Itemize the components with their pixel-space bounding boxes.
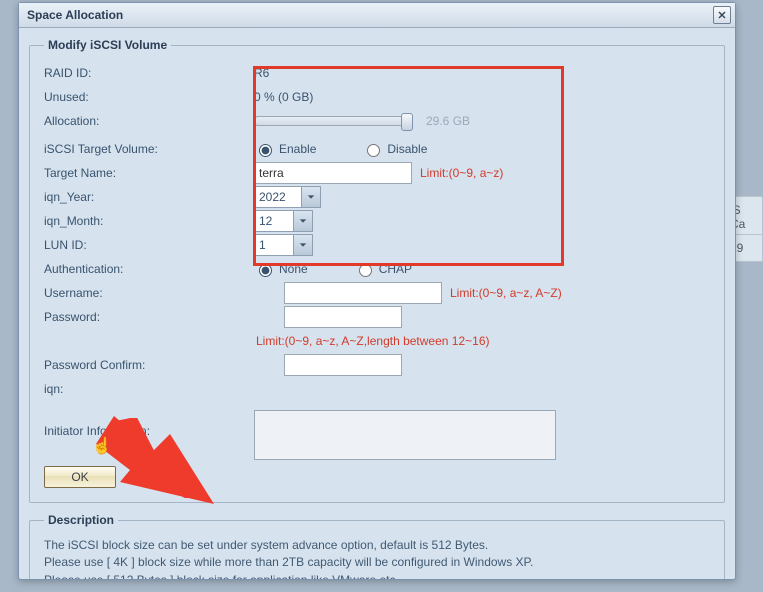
label-allocation: Allocation: xyxy=(44,114,254,128)
radio-disable[interactable]: Disable xyxy=(362,141,427,157)
fieldset-legend: Modify iSCSI Volume xyxy=(44,38,171,52)
lun-id-value: 1 xyxy=(255,235,293,255)
chevron-down-icon[interactable] xyxy=(293,211,312,231)
slider-thumb[interactable] xyxy=(401,113,413,131)
value-raid-id: R6 xyxy=(254,66,269,80)
chevron-down-icon[interactable] xyxy=(293,235,312,255)
radio-disable-label: Disable xyxy=(387,142,427,156)
radio-auth-none-input[interactable] xyxy=(259,264,272,277)
description-line: Please use [ 512 Bytes ] block size for … xyxy=(44,572,710,579)
password-input[interactable] xyxy=(284,306,402,328)
label-iqn-month: iqn_Month: xyxy=(44,214,254,228)
description-line: The iSCSI block size can be set under sy… xyxy=(44,537,710,554)
radio-auth-none-label: None xyxy=(279,262,308,276)
iqn-month-select[interactable]: 12 xyxy=(254,210,313,232)
label-iqn: iqn: xyxy=(44,382,254,396)
description-fieldset: Description The iSCSI block size can be … xyxy=(29,513,725,579)
close-icon: ✕ xyxy=(717,9,726,22)
iqn-month-value: 12 xyxy=(255,211,293,231)
target-name-input[interactable] xyxy=(254,162,412,184)
label-unused: Unused: xyxy=(44,90,254,104)
label-initiator: Initiator Information: xyxy=(44,410,254,438)
window-title: Space Allocation xyxy=(27,8,123,22)
label-password-confirm: Password Confirm: xyxy=(44,358,254,372)
chevron-down-icon[interactable] xyxy=(301,187,320,207)
radio-auth-chap-input[interactable] xyxy=(359,264,372,277)
label-target-volume: iSCSI Target Volume: xyxy=(44,142,254,156)
limit-password: Limit:(0~9, a~z, A~Z,length between 12~1… xyxy=(256,334,489,348)
label-target-name: Target Name: xyxy=(44,166,254,180)
password-confirm-input[interactable] xyxy=(284,354,402,376)
close-button[interactable]: ✕ xyxy=(713,6,731,24)
label-username: Username: xyxy=(44,286,254,300)
label-password: Password: xyxy=(44,310,254,324)
allocation-size: 29.6 GB xyxy=(426,114,470,128)
label-iqn-year: iqn_Year: xyxy=(44,190,254,204)
radio-enable-label: Enable xyxy=(279,142,316,156)
radio-enable-input[interactable] xyxy=(259,144,272,157)
lun-id-select[interactable]: 1 xyxy=(254,234,313,256)
iqn-year-select[interactable]: 2022 xyxy=(254,186,321,208)
radio-disable-input[interactable] xyxy=(367,144,380,157)
username-input[interactable] xyxy=(284,282,442,304)
ok-button[interactable]: OK xyxy=(44,466,116,488)
ok-button-label: OK xyxy=(71,470,88,484)
radio-auth-none[interactable]: None xyxy=(254,261,308,277)
label-lun-id: LUN ID: xyxy=(44,238,254,252)
allocation-slider[interactable] xyxy=(254,116,408,126)
radio-enable[interactable]: Enable xyxy=(254,141,316,157)
label-authentication: Authentication: xyxy=(44,262,254,276)
description-legend: Description xyxy=(44,513,118,527)
value-unused: 0 % (0 GB) xyxy=(254,90,313,104)
radio-auth-chap-label: CHAP xyxy=(379,262,412,276)
label-raid-id: RAID ID: xyxy=(44,66,254,80)
initiator-textarea[interactable] xyxy=(254,410,556,460)
radio-auth-chap[interactable]: CHAP xyxy=(354,261,412,277)
dialog-window: Space Allocation ✕ Modify iSCSI Volume R… xyxy=(18,2,736,580)
titlebar: Space Allocation ✕ xyxy=(19,3,735,28)
modify-iscsi-fieldset: Modify iSCSI Volume RAID ID: R6 Unused: … xyxy=(29,38,725,503)
limit-target-name: Limit:(0~9, a~z) xyxy=(420,166,503,180)
description-line: Please use [ 4K ] block size while more … xyxy=(44,554,710,571)
limit-username: Limit:(0~9, a~z, A~Z) xyxy=(450,286,562,300)
iqn-year-value: 2022 xyxy=(255,187,301,207)
